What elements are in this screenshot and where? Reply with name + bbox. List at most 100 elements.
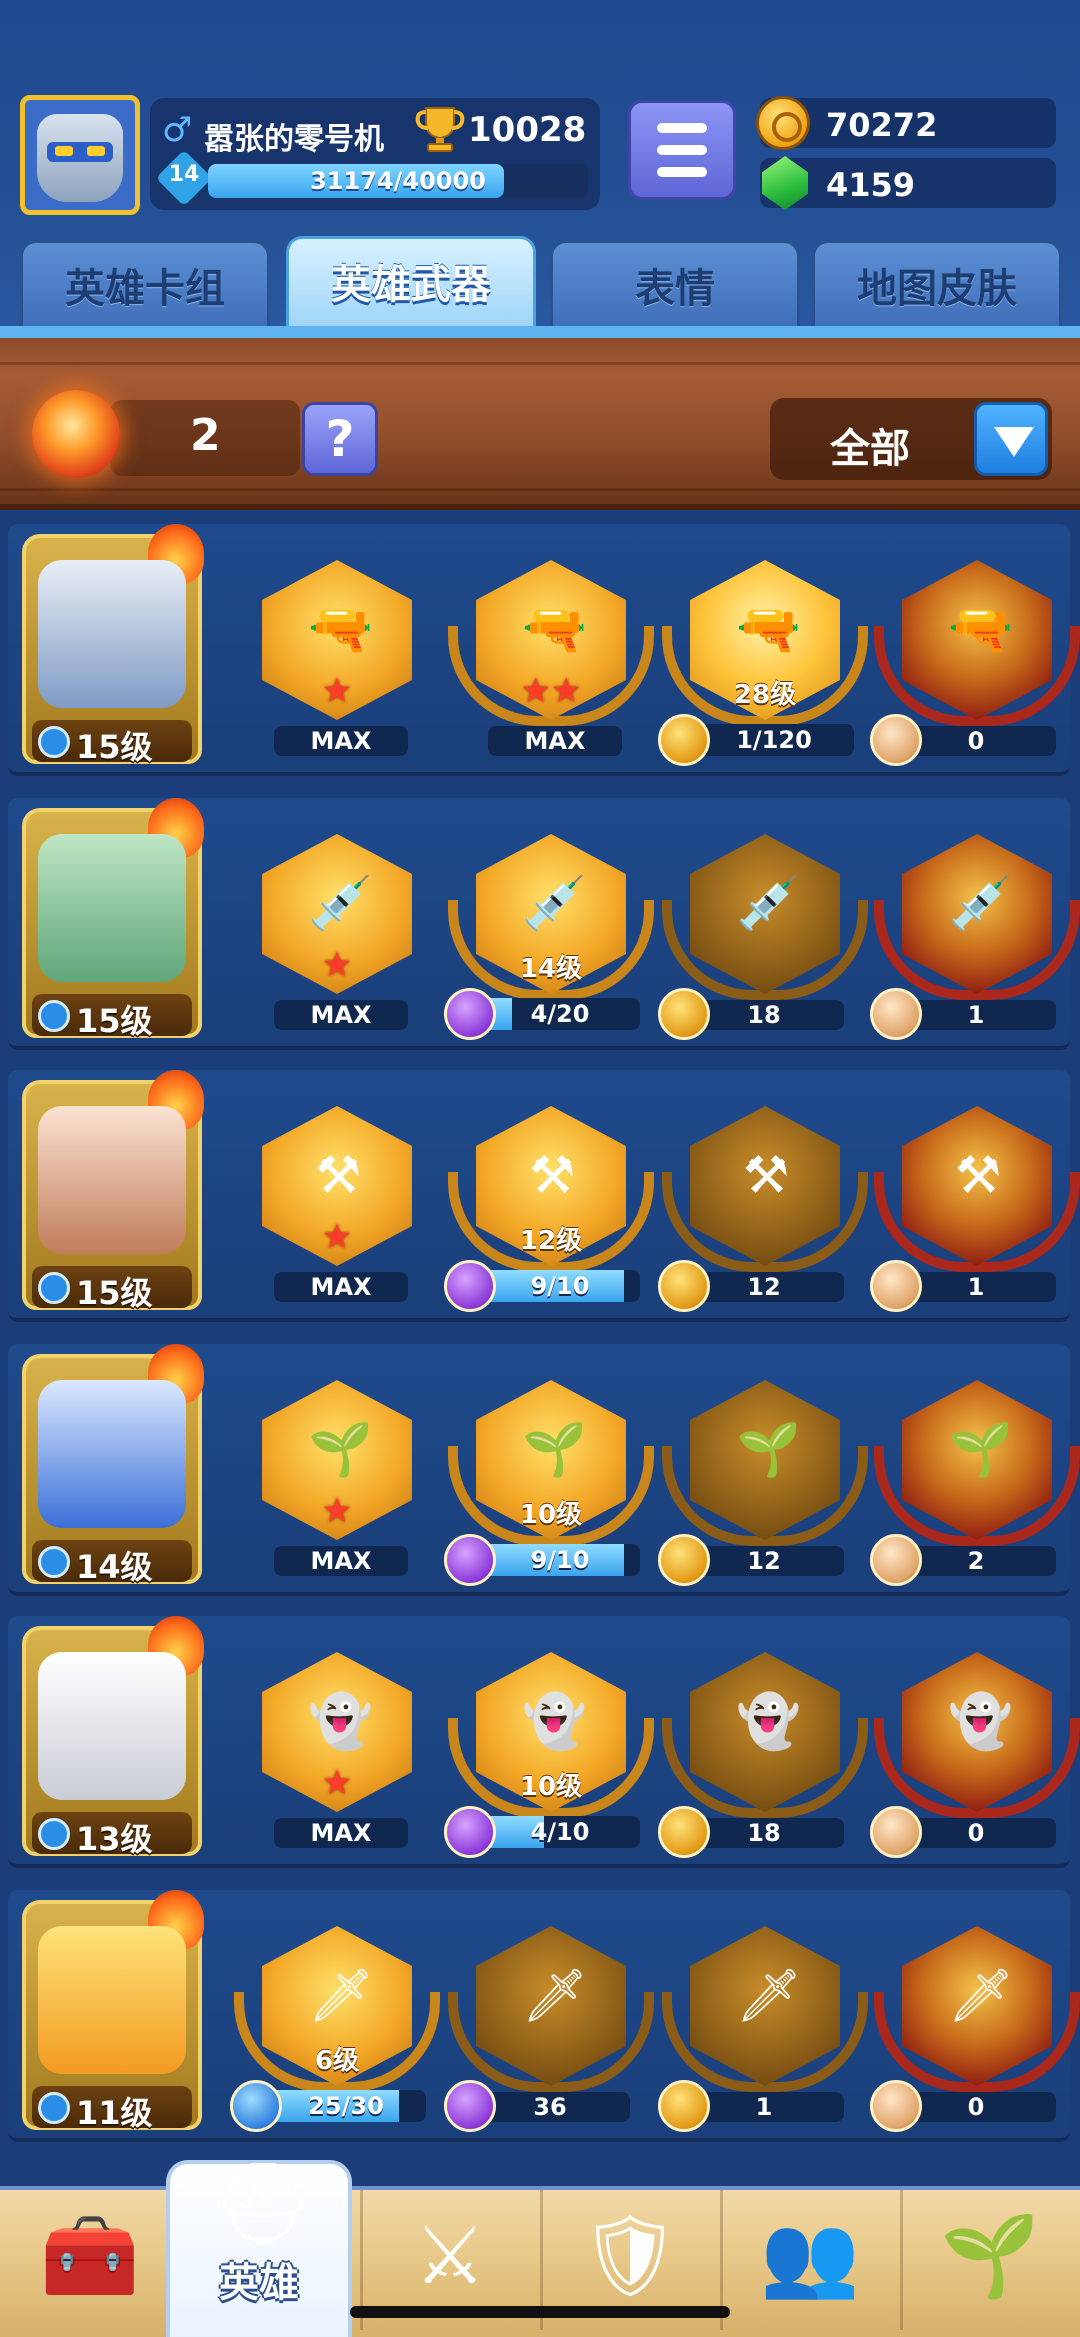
- weapon-slot[interactable]: 💉 18: [654, 808, 868, 1040]
- coin-material-icon: [658, 1534, 710, 1586]
- weapon-icon: 💉: [308, 874, 373, 934]
- hero-weapon-list: 15级 🔫 ★ MAX 🔫 ★★ MAX 🔫 28级 1/120 🔫 0 15级 💉 ★ MAX 💉 14级 4/2…: [0, 516, 1080, 2186]
- gem-balance[interactable]: 4159: [760, 156, 1056, 210]
- hero-material-icon: [870, 1260, 922, 1312]
- menu-button[interactable]: [628, 100, 736, 200]
- nav-treasure[interactable]: 🧰: [0, 2186, 180, 2337]
- weapon-slot[interactable]: 💉 1: [866, 808, 1080, 1040]
- upgrade-progress-bar: 4/20: [480, 998, 640, 1030]
- weapon-level: 28级: [733, 680, 797, 710]
- upgrade-progress-text: 4/20: [530, 1000, 590, 1028]
- avatar-eye-right: [87, 146, 105, 156]
- weapon-icon: 🌱: [308, 1420, 373, 1480]
- weapon-slot[interactable]: 👻 0: [866, 1626, 1080, 1858]
- max-label: MAX: [274, 1546, 408, 1576]
- hero-row: 14级 🌱 ★ MAX 🌱 10级 9/10 🌱 12 🌱 2: [8, 1344, 1080, 1596]
- weapon-level: 14级: [519, 954, 583, 984]
- weapon-icon: 👻: [522, 1692, 587, 1752]
- weapon-slot[interactable]: 🗡 6级 25/30: [226, 1900, 440, 2132]
- blue-drop-icon: [38, 2092, 70, 2124]
- weapon-icon: 💉: [522, 874, 587, 934]
- tab-hero-deck[interactable]: 英雄卡组: [20, 240, 270, 332]
- weapon-icon: 🔫: [522, 600, 587, 660]
- star-rating: ★: [321, 671, 353, 711]
- weapon-slot[interactable]: 🔫 0: [866, 534, 1080, 766]
- hero-card[interactable]: 14级: [22, 1344, 204, 1586]
- hero-row: 15级 💉 ★ MAX 💉 14级 4/20 💉 18 💉 1: [8, 798, 1080, 1050]
- purple-material-icon: [444, 1260, 496, 1312]
- upgrade-progress-bar: 1/120: [694, 724, 854, 756]
- hero-material-icon: [870, 1806, 922, 1858]
- weapon-icon: 🗡: [522, 1966, 589, 2026]
- avatar-eye-left: [55, 146, 73, 156]
- hero-level: 13级: [76, 1820, 153, 1858]
- purple-material-icon: [444, 1534, 496, 1586]
- weapon-slot[interactable]: 🔫 ★ MAX: [226, 534, 426, 766]
- hero-card[interactable]: 11级: [22, 1890, 204, 2132]
- weapon-icon: 👻: [308, 1692, 373, 1752]
- weapon-slot[interactable]: ⚒ 12: [654, 1080, 868, 1312]
- hero-card[interactable]: 15级: [22, 1070, 204, 1312]
- weapon-slot[interactable]: 🌱 2: [866, 1354, 1080, 1586]
- chevron-down-icon[interactable]: [974, 402, 1048, 476]
- weapon-slot[interactable]: 🗡 1: [654, 1900, 868, 2132]
- robot-hero-portrait: [38, 560, 186, 708]
- hero-row: 15级 🔫 ★ MAX 🔫 ★★ MAX 🔫 28级 1/120 🔫 0: [8, 524, 1080, 776]
- star-rating: ★★: [520, 671, 582, 711]
- player-avatar[interactable]: [20, 95, 140, 215]
- coin-balance[interactable]: 70272: [756, 96, 1056, 150]
- nav-hero[interactable]: ⛑: [166, 2157, 352, 2337]
- hero-level-bar: 13级: [32, 1812, 192, 1858]
- hero-card[interactable]: 13级: [22, 1616, 204, 1858]
- hero-level: 15级: [76, 728, 153, 766]
- weapon-icon: ⚒: [314, 1146, 362, 1206]
- upgrade-progress-bar: 25/30: [266, 2090, 426, 2122]
- max-label: MAX: [488, 726, 622, 756]
- weapon-slot[interactable]: 💉 ★ MAX: [226, 808, 426, 1040]
- weapon-slot[interactable]: 🌱 ★ MAX: [226, 1354, 426, 1586]
- weapon-slot[interactable]: 🌱 10级 9/10: [440, 1354, 654, 1586]
- filter-dropdown[interactable]: 全部: [770, 398, 1052, 480]
- nav-friends[interactable]: 👥: [720, 2186, 900, 2337]
- tab-map-skins[interactable]: 地图皮肤: [812, 240, 1062, 332]
- weapon-slot[interactable]: ⚒ ★ MAX: [226, 1080, 426, 1312]
- purple-material-icon: [444, 988, 496, 1040]
- nav-hero-label: 英雄: [219, 2260, 299, 2306]
- ghost-hero-portrait: [38, 1652, 186, 1800]
- sprout-icon: 🌱: [940, 2209, 1040, 2302]
- weapon-slot[interactable]: 💉 14级 4/20: [440, 808, 654, 1040]
- max-label: MAX: [274, 1272, 408, 1302]
- weapon-slot[interactable]: 👻 18: [654, 1626, 868, 1858]
- upgrade-progress-text: 4/10: [530, 1818, 590, 1846]
- weapon-slot[interactable]: ⚒ 1: [866, 1080, 1080, 1312]
- weapon-slot[interactable]: 🔫 ★★ MAX: [440, 534, 654, 766]
- hero-card[interactable]: 15级: [22, 524, 204, 766]
- hero-card[interactable]: 15级: [22, 798, 204, 1040]
- blue-hair-hero-portrait: [38, 1380, 186, 1528]
- weapon-slot[interactable]: 🔫 28级 1/120: [654, 534, 868, 766]
- upgrade-progress-bar: 9/10: [480, 1270, 640, 1302]
- hero-row: 15级 ⚒ ★ MAX ⚒ 12级 9/10 ⚒ 12 ⚒ 1: [8, 1070, 1080, 1322]
- weapon-slot[interactable]: 🌱 12: [654, 1354, 868, 1586]
- home-indicator: [350, 2306, 730, 2318]
- weapon-slot[interactable]: 🗡 36: [440, 1900, 654, 2132]
- blue-swirl-icon: [38, 1000, 70, 1032]
- star-rating: ★: [321, 1763, 353, 1803]
- knight-helmet-icon: ⛑: [212, 2157, 314, 2250]
- player-info-panel[interactable]: ♂ 嚣张的零号机 10028 14 31174/40000: [150, 98, 600, 210]
- weapon-icon: ⚒: [954, 1146, 1002, 1206]
- coin-material-icon: [658, 2080, 710, 2132]
- weapon-slot[interactable]: 👻 10级 4/10: [440, 1626, 654, 1858]
- menu-icon-line: [657, 145, 707, 155]
- nav-garden[interactable]: 🌱: [900, 2186, 1080, 2337]
- tab-hero-weapons[interactable]: 英雄武器: [286, 236, 536, 328]
- help-button[interactable]: ?: [302, 402, 378, 476]
- weapon-slot[interactable]: ⚒ 12级 9/10: [440, 1080, 654, 1312]
- crown-shield-icon: 🛡: [579, 2209, 681, 2302]
- duck-hero-portrait: [38, 1926, 186, 2074]
- weapon-slot[interactable]: 👻 ★ MAX: [226, 1626, 426, 1858]
- purple-material-icon: [444, 2080, 496, 2132]
- tab-emotes[interactable]: 表情: [550, 240, 800, 332]
- wood-grain: [0, 362, 1080, 365]
- weapon-slot[interactable]: 🗡 0: [866, 1900, 1080, 2132]
